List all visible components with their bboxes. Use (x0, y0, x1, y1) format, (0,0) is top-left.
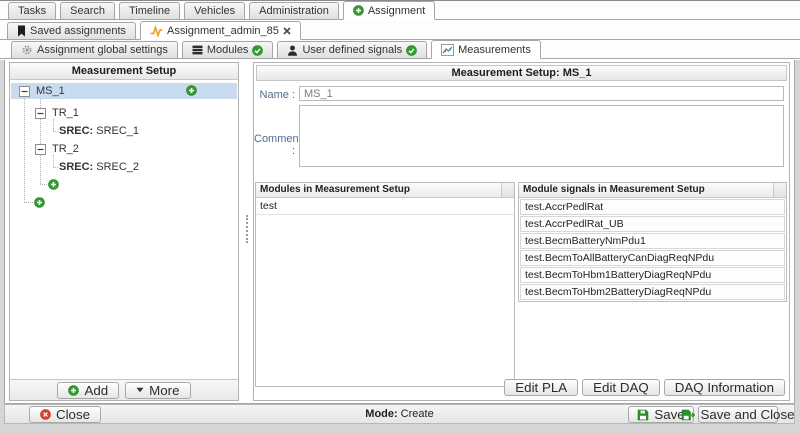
comment-input[interactable] (299, 105, 784, 167)
tab-assignment[interactable]: Assignment (343, 1, 435, 20)
signal-list-item[interactable]: test.BecmToHbm1BatteryDiagReqNPdu (520, 267, 785, 283)
plus-circle-icon (353, 5, 364, 16)
module-signals-list: Module signals in Measurement Setup test… (518, 182, 787, 302)
check-circle-icon (252, 45, 263, 56)
bookmark-icon (17, 25, 26, 37)
more-button[interactable]: More (125, 382, 190, 399)
panel-splitter[interactable] (241, 62, 253, 401)
measurement-setup-panel: Measurement Setup MS_1 TR_1 S (9, 62, 239, 401)
close-icon[interactable] (283, 27, 291, 35)
name-input[interactable] (299, 86, 784, 101)
tab-assignment-global-settings[interactable]: Assignment global settings (11, 41, 178, 58)
list-header-corner (773, 183, 786, 197)
assignment-sub-tabbar: Assignment global settings Modules User … (0, 40, 800, 59)
user-icon (287, 45, 298, 56)
tree-node-srec2[interactable]: SREC: SREC_2 (59, 159, 139, 175)
tree-toolbar: Add More (10, 379, 238, 400)
tree-connector (53, 131, 58, 132)
modules-icon (192, 45, 203, 55)
tree-connector (53, 167, 58, 168)
chart-icon (441, 44, 454, 56)
signal-list-item[interactable]: test.BecmToAllBatteryCanDiagReqNPdu (520, 250, 785, 266)
measurement-setup-detail-panel: Measurement Setup: MS_1 Name : Comment :… (253, 62, 790, 401)
tab-tasks[interactable]: Tasks (8, 2, 56, 19)
tree-add-child-node[interactable] (48, 176, 59, 192)
gear-icon (21, 44, 33, 56)
daq-information-button[interactable]: DAQ Information (664, 379, 785, 396)
modules-list-header: Modules in Measurement Setup (256, 183, 514, 198)
waveform-icon (150, 25, 163, 37)
save-icon (637, 409, 649, 421)
splitter-grip-icon (246, 215, 248, 243)
comment-label: Comment : (254, 133, 295, 157)
check-circle-icon (406, 45, 417, 56)
tree-node-tr1[interactable]: TR_1 (35, 105, 79, 121)
save-and-close-button[interactable]: Save and Close (698, 406, 778, 423)
tab-modules[interactable]: Modules (182, 41, 274, 58)
measurement-setup-tree: MS_1 TR_1 SREC: SREC_1 TR_2 SREC: SREC_2 (10, 81, 238, 378)
tree-connector (40, 184, 47, 185)
footer-bar: Close Mode:Create Save Save and Close (4, 404, 795, 424)
tab-measurements[interactable]: Measurements (431, 40, 541, 59)
add-circle-icon (68, 385, 79, 396)
add-circle-icon[interactable] (34, 197, 45, 208)
measurement-setup-panel-title: Measurement Setup (10, 63, 238, 80)
tree-node-tr2[interactable]: TR_2 (35, 141, 79, 157)
daq-actions: Edit PLA Edit DAQ DAQ Information (504, 379, 785, 396)
tree-node-ms1[interactable]: MS_1 (11, 83, 237, 99)
module-list-item[interactable]: test (256, 198, 514, 215)
tab-administration[interactable]: Administration (249, 2, 339, 19)
tree-connector (24, 202, 33, 203)
signal-list-item[interactable]: test.AccrPedlRat (520, 199, 785, 215)
collapse-icon[interactable] (35, 144, 46, 155)
save-arrow-icon (681, 409, 695, 421)
chevron-down-icon (136, 387, 144, 393)
main-tabbar: Tasks Search Timeline Vehicles Administr… (0, 1, 800, 20)
tab-vehicles[interactable]: Vehicles (184, 2, 245, 19)
signal-list-item[interactable]: test.BecmBatteryNmPdu1 (520, 233, 785, 249)
tab-user-defined-signals[interactable]: User defined signals (277, 41, 427, 58)
collapse-icon[interactable] (19, 86, 30, 97)
tab-assignment-admin-85[interactable]: Assignment_admin_85 (140, 21, 301, 40)
modules-list: Modules in Measurement Setup test (255, 182, 515, 387)
tab-timeline[interactable]: Timeline (119, 2, 180, 19)
detail-panel-title: Measurement Setup: MS_1 (256, 65, 787, 81)
signal-list-item[interactable]: test.BecmToHbm2BatteryDiagReqNPdu (520, 284, 785, 300)
tree-node-srec1[interactable]: SREC: SREC_1 (59, 123, 139, 139)
add-button[interactable]: Add (57, 382, 119, 399)
tree-connector (24, 99, 25, 202)
edit-daq-button[interactable]: Edit DAQ (582, 379, 660, 396)
document-tabbar: Saved assignments Assignment_admin_85 (0, 20, 800, 40)
tab-saved-assignments[interactable]: Saved assignments (7, 22, 136, 39)
measurements-page: Measurement Setup MS_1 TR_1 S (4, 60, 795, 404)
tab-search[interactable]: Search (60, 2, 115, 19)
collapse-icon[interactable] (35, 108, 46, 119)
tree-add-root-node[interactable] (34, 194, 45, 210)
add-circle-icon[interactable] (48, 179, 59, 190)
edit-pla-button[interactable]: Edit PLA (504, 379, 578, 396)
name-label: Name : (254, 89, 295, 101)
add-circle-icon[interactable] (186, 85, 197, 96)
list-header-corner (501, 183, 514, 197)
signals-list-header: Module signals in Measurement Setup (519, 183, 786, 198)
signal-list-item[interactable]: test.AccrPedlRat_UB (520, 216, 785, 232)
